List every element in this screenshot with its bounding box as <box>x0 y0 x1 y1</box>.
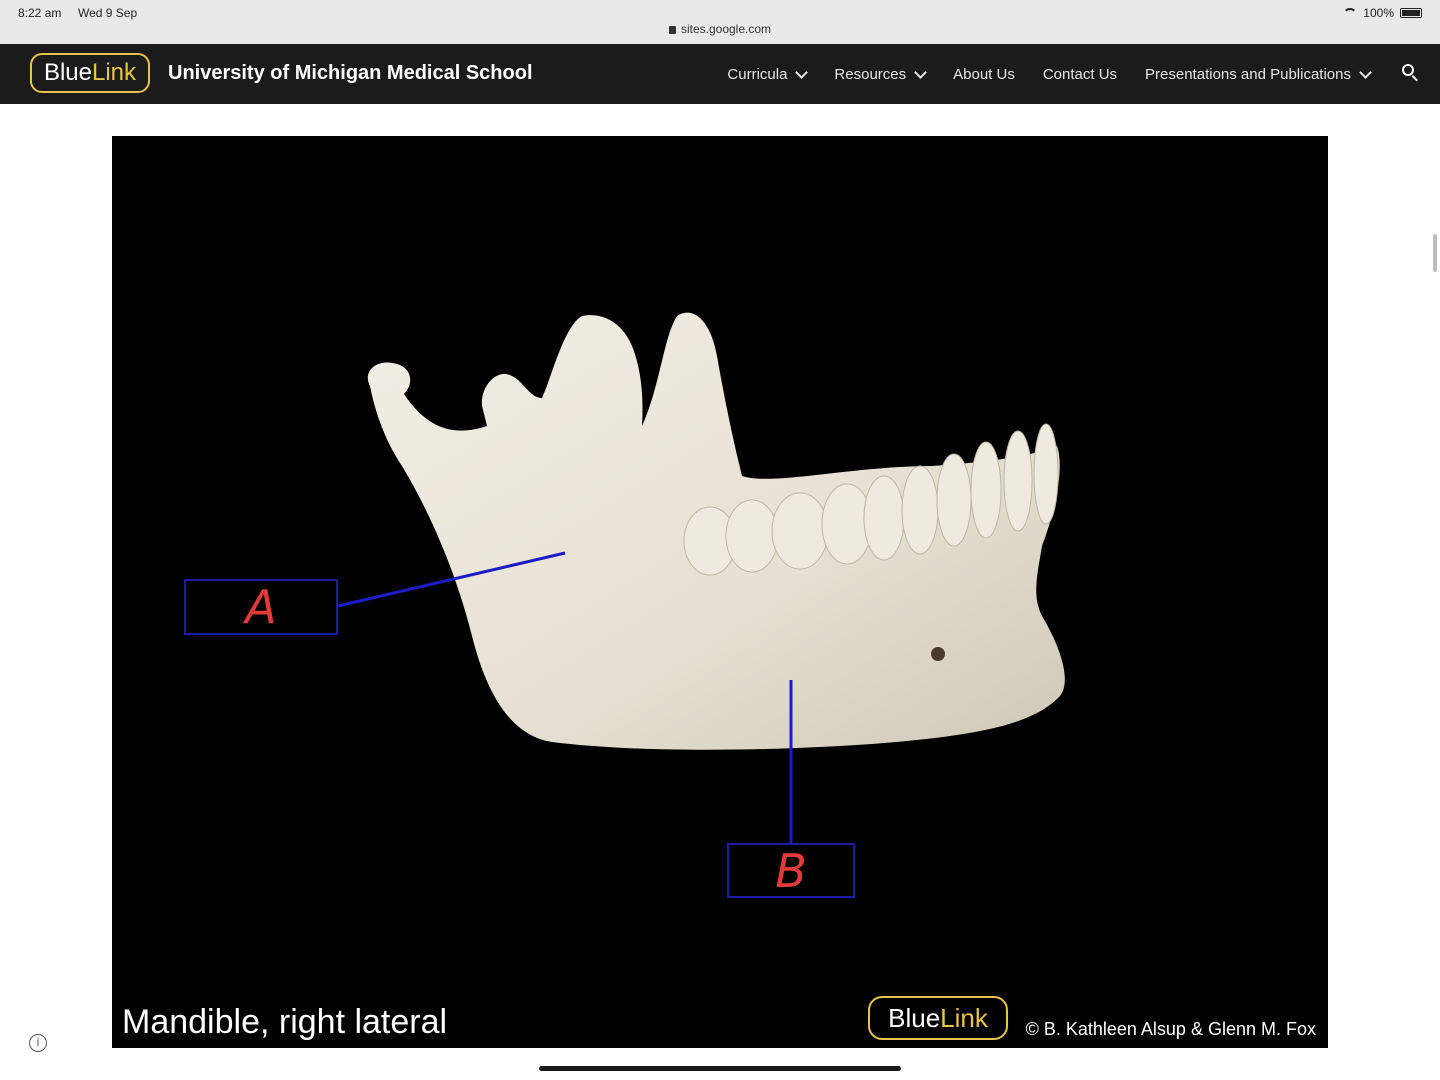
ios-status-bar: 8:22 am Wed 9 Sep sites.google.com 100% <box>0 0 1440 44</box>
main-nav: Curricula Resources About Us Contact Us … <box>727 44 1372 104</box>
label-b-text: B <box>775 843 807 898</box>
copyright-text: © B. Kathleen Alsup & Glenn M. Fox <box>1025 1019 1316 1039</box>
chevron-down-icon <box>1359 65 1372 79</box>
site-header: Blue Link University of Michigan Medical … <box>0 44 1440 104</box>
chevron-down-icon <box>914 65 927 79</box>
address-bar[interactable]: sites.google.com <box>0 22 1440 36</box>
nav-contact-us[interactable]: Contact Us <box>1043 66 1117 83</box>
scrollbar[interactable] <box>1433 234 1437 272</box>
logo-blue-text: Blue <box>43 59 92 86</box>
nav-presentations-label: Presentations and Publications <box>1145 65 1351 83</box>
info-icon[interactable]: i <box>29 1034 47 1052</box>
watermark-logo: Blue Link <box>868 996 1008 1040</box>
battery-percent: 100% <box>1363 6 1394 20</box>
home-indicator[interactable] <box>539 1066 901 1071</box>
mental-foramen <box>931 647 945 661</box>
status-date: Wed 9 Sep <box>78 6 138 20</box>
watermark-link-text: Link <box>940 1002 988 1033</box>
logo-link-text: Link <box>92 59 137 86</box>
nav-about-us[interactable]: About Us <box>953 66 1015 83</box>
label-a-text: A <box>245 580 277 634</box>
chevron-down-icon <box>795 65 809 79</box>
nav-curricula-label: Curricula <box>727 65 788 83</box>
nav-resources[interactable]: Resources <box>834 65 927 83</box>
site-name[interactable]: University of Michigan Medical School <box>168 62 533 85</box>
figure-caption: Mandible, right lateral <box>122 1003 448 1041</box>
wifi-icon <box>1343 8 1358 18</box>
nav-contact-label: Contact Us <box>1042 65 1118 83</box>
nav-curricula[interactable]: Curricula <box>727 65 809 83</box>
watermark-blue-text: Blue <box>888 1002 941 1033</box>
nav-resources-label: Resources <box>834 65 907 83</box>
address-url: sites.google.com <box>680 22 772 36</box>
nav-about-label: About Us <box>953 65 1015 83</box>
lock-icon <box>668 26 676 34</box>
battery-icon <box>1400 8 1422 18</box>
status-right: 100% <box>1343 6 1422 20</box>
search-icon[interactable] <box>1402 64 1422 84</box>
label-box-b[interactable]: B <box>727 843 855 898</box>
anatomy-image: A B Mandible, right lateral Blue Link © B… <box>112 136 1328 1048</box>
nav-presentations[interactable]: Presentations and Publications <box>1145 65 1372 83</box>
label-box-a[interactable]: A <box>184 579 338 635</box>
bluelink-logo[interactable]: Blue Link <box>30 53 150 93</box>
status-time: 8:22 am <box>18 6 62 20</box>
